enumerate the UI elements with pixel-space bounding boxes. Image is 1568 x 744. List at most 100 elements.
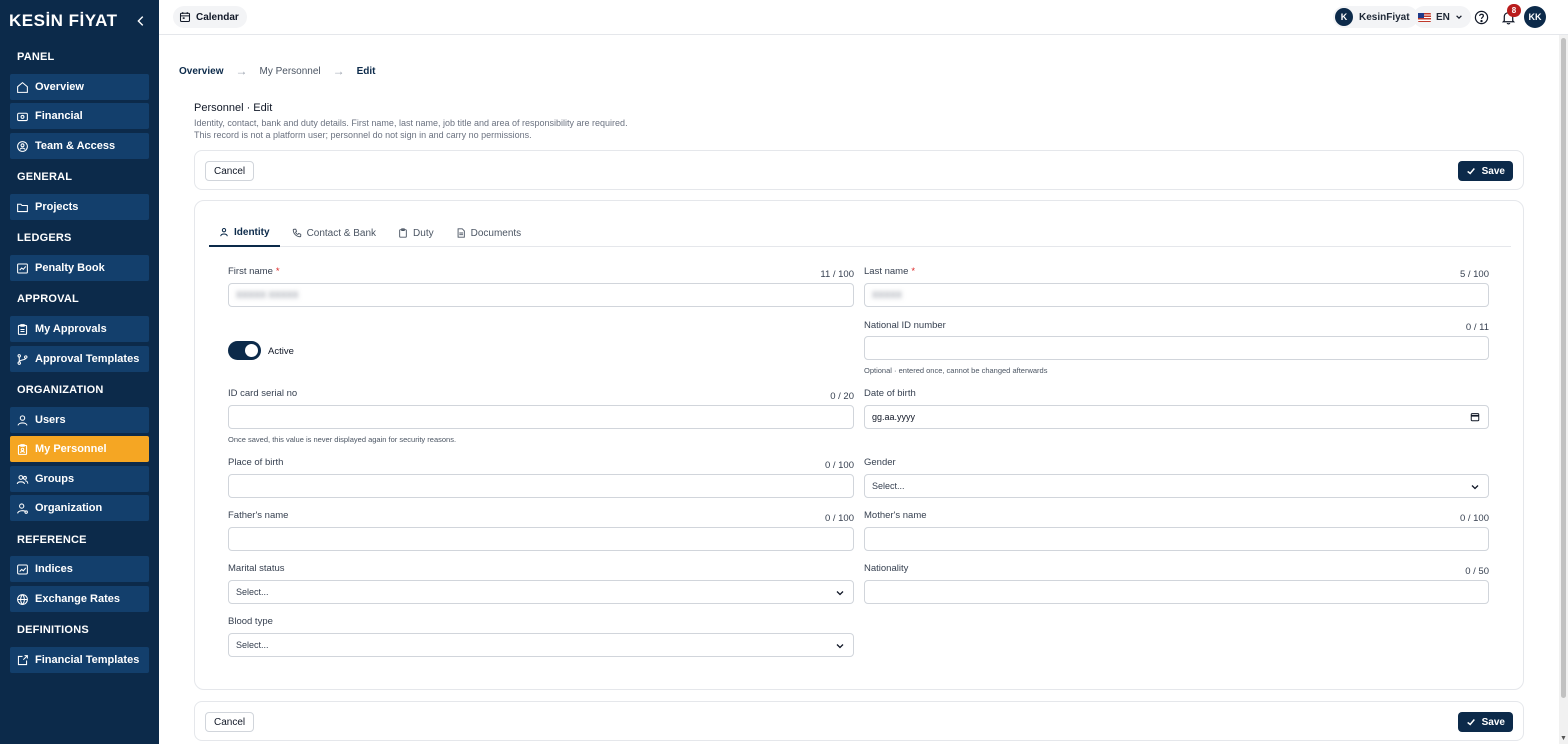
sidebar-item-financial-templates[interactable]: Financial Templates [10,647,149,673]
user-menu-button[interactable]: K KesinFiyat [1333,6,1418,28]
external-square-icon [17,654,28,665]
app-logo[interactable]: KESİN FİYAT [9,11,117,31]
save-label: Save [1481,165,1505,177]
trend-chart-icon [17,564,28,574]
users-icon [16,474,29,484]
active-toggle-label: Active [268,346,294,357]
active-toggle[interactable] [228,341,261,360]
topbar: Calendar K KesinFiyat EN 8 KK [159,0,1568,35]
personnel-form-card: Identity Contact & Bank Duty Documents [194,200,1524,690]
page-description-line-2: This record is not a platform user; pers… [194,130,532,140]
help-icon[interactable] [1474,10,1489,25]
sidebar-item-label: Groups [35,473,75,485]
sidebar-item-my-personnel[interactable]: My Personnel [10,436,149,462]
toggle-knob [245,344,258,357]
profile-avatar[interactable]: KK [1524,6,1546,28]
sidebar-item-groups[interactable]: Groups [10,466,149,492]
last-name-label-text: Last name [864,266,909,277]
wallet-icon [17,112,28,121]
sidebar-item-label: Projects [35,201,79,213]
nationality-counter: 0 / 50 [1465,566,1489,577]
form-tabs: Identity Contact & Bank Duty Documents [209,219,1511,247]
mother-name-input[interactable] [864,527,1489,551]
last-name-input[interactable]: XXXXX [864,283,1489,307]
sidebar-item-label: Indices [35,563,73,575]
sidebar-item-label: My Approvals [35,323,107,335]
tab-contact-bank[interactable]: Contact & Bank [282,219,386,247]
father-name-input[interactable] [228,527,854,551]
required-asterisk: * [911,266,916,277]
sidebar-item-my-approvals[interactable]: My Approvals [10,316,149,342]
first-name-input[interactable]: XXXXX XXXXX [228,283,854,307]
tab-label: Identity [234,226,270,238]
scroll-down-arrow-icon[interactable]: ▼ [1560,735,1567,742]
save-button[interactable]: Save [1457,712,1513,732]
clipboard-user-icon [17,443,28,455]
us-flag-icon [1418,12,1431,22]
tab-label: Documents [470,227,522,239]
home-icon [17,81,28,93]
gender-select[interactable]: Select... [864,474,1489,498]
sidebar-item-financial[interactable]: Financial [10,103,149,129]
marital-status-label: Marital status [228,563,285,574]
breadcrumb-overview[interactable]: Overview [179,66,223,77]
date-of-birth-placeholder: gg.aa.yyyy [872,412,916,422]
check-icon [1466,719,1475,726]
cancel-button[interactable]: Cancel [205,161,255,181]
marital-status-select[interactable]: Select... [228,580,854,604]
tab-duty[interactable]: Duty [388,219,444,247]
user-icon [17,414,28,426]
top-action-bar: Cancel Save [194,150,1524,190]
collapse-sidebar-icon[interactable] [134,14,148,28]
scrollbar-thumb[interactable] [1561,38,1566,698]
sidebar-item-team-access[interactable]: Team & Access [10,133,149,159]
book-icon [17,263,28,273]
tab-documents[interactable]: Documents [446,219,532,247]
sidebar-item-users[interactable]: Users [10,407,149,433]
phone-icon [292,228,301,238]
sidebar-item-indices[interactable]: Indices [10,556,149,582]
calendar-button[interactable]: Calendar [173,6,247,28]
sidebar-item-label: Team & Access [35,140,116,152]
place-of-birth-counter: 0 / 100 [824,460,854,471]
sidebar-item-exchange-rates[interactable]: Exchange Rates [10,586,149,612]
folder-icon [17,203,28,212]
chevron-down-icon [1471,485,1479,490]
date-of-birth-input[interactable]: gg.aa.yyyy [864,405,1489,429]
nationality-label: Nationality [864,563,909,574]
nationality-input[interactable] [864,580,1489,604]
tab-identity[interactable]: Identity [209,219,280,247]
page-description: Identity, contact, bank and duty details… [194,117,628,141]
sidebar-item-penalty-book[interactable]: Penalty Book [10,255,149,281]
save-button[interactable]: Save [1457,161,1513,181]
last-name-label: Last name * [864,266,915,277]
place-of-birth-input[interactable] [228,474,854,498]
id-serial-hint: Once saved, this value is never displaye… [228,435,457,444]
tab-label: Duty [413,227,434,239]
national-id-input[interactable] [864,336,1489,360]
clipboard-check-icon [17,323,28,335]
id-serial-label: ID card serial no [228,388,298,399]
first-name-label: First name * [228,266,280,277]
breadcrumb-my-personnel[interactable]: My Personnel [259,66,320,77]
section-title-approval: APPROVAL [17,293,79,305]
cancel-button[interactable]: Cancel [205,712,255,732]
marital-status-selected: Select... [236,587,269,597]
sidebar-item-approval-templates[interactable]: Approval Templates [10,346,149,372]
calendar-icon[interactable] [1470,412,1480,422]
sidebar-item-overview[interactable]: Overview [10,74,149,100]
sidebar-item-label: Approval Templates [35,353,140,365]
sidebar-item-organization[interactable]: Organization [10,495,149,521]
language-selector[interactable]: EN [1413,6,1471,28]
id-serial-input[interactable] [228,405,854,429]
clipboard-icon [399,228,407,238]
sidebar-item-label: My Personnel [35,443,107,455]
sidebar-item-projects[interactable]: Projects [10,194,149,220]
blood-type-select[interactable]: Select... [228,633,854,657]
sidebar-item-label: Financial [35,110,83,122]
father-name-label: Father's name [228,510,289,521]
gender-label: Gender [864,457,896,468]
globe-icon [17,593,28,605]
first-name-label-text: First name [228,266,273,277]
user-icon [220,227,228,237]
